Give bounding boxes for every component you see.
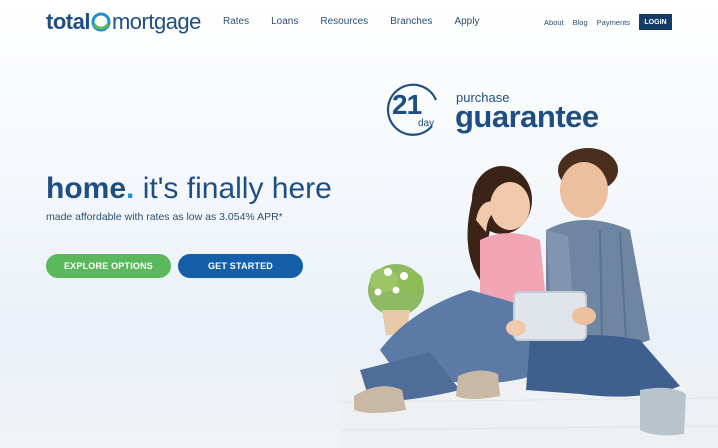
logo[interactable]: total mortgage bbox=[46, 8, 201, 36]
get-started-button[interactable]: GET STARTED bbox=[178, 254, 303, 278]
badge-number: 21 bbox=[392, 89, 422, 120]
nav-item-resources[interactable]: Resources bbox=[320, 16, 368, 27]
nav-item-branches[interactable]: Branches bbox=[390, 16, 432, 27]
hero-title-rest: it's finally here bbox=[134, 172, 332, 205]
util-link-payments[interactable]: Payments bbox=[597, 18, 630, 27]
logo-text-total: total bbox=[46, 9, 90, 34]
hero-title-highlight: home bbox=[46, 172, 127, 205]
purchase-guarantee-badge: 21 day purchase guarantee bbox=[384, 80, 624, 140]
util-link-about[interactable]: About bbox=[544, 18, 564, 27]
badge-guarantee: guarantee bbox=[455, 99, 599, 134]
hero-photo bbox=[340, 140, 718, 448]
hero-title: home. it's finally here bbox=[46, 172, 332, 206]
logo-text-mortgage: mortgage bbox=[111, 9, 201, 34]
explore-options-button[interactable]: EXPLORE OPTIONS bbox=[46, 254, 171, 278]
hero-subtitle: made affordable with rates as low as 3.0… bbox=[46, 211, 283, 223]
site-header: total mortgage Rates Loans Resources Bra… bbox=[0, 0, 718, 44]
couple-with-tablet-illustration bbox=[340, 148, 718, 448]
nav-item-rates[interactable]: Rates bbox=[223, 16, 249, 27]
utility-nav: About Blog Payments LOGIN bbox=[535, 14, 672, 30]
util-link-blog[interactable]: Blog bbox=[573, 18, 588, 27]
nav-item-loans[interactable]: Loans bbox=[271, 16, 298, 27]
nav-item-apply[interactable]: Apply bbox=[454, 16, 479, 27]
main-nav: Rates Loans Resources Branches Apply bbox=[223, 16, 501, 27]
logo-swirl-icon bbox=[91, 12, 111, 32]
login-button[interactable]: LOGIN bbox=[639, 14, 672, 30]
badge-day: day bbox=[418, 118, 435, 129]
